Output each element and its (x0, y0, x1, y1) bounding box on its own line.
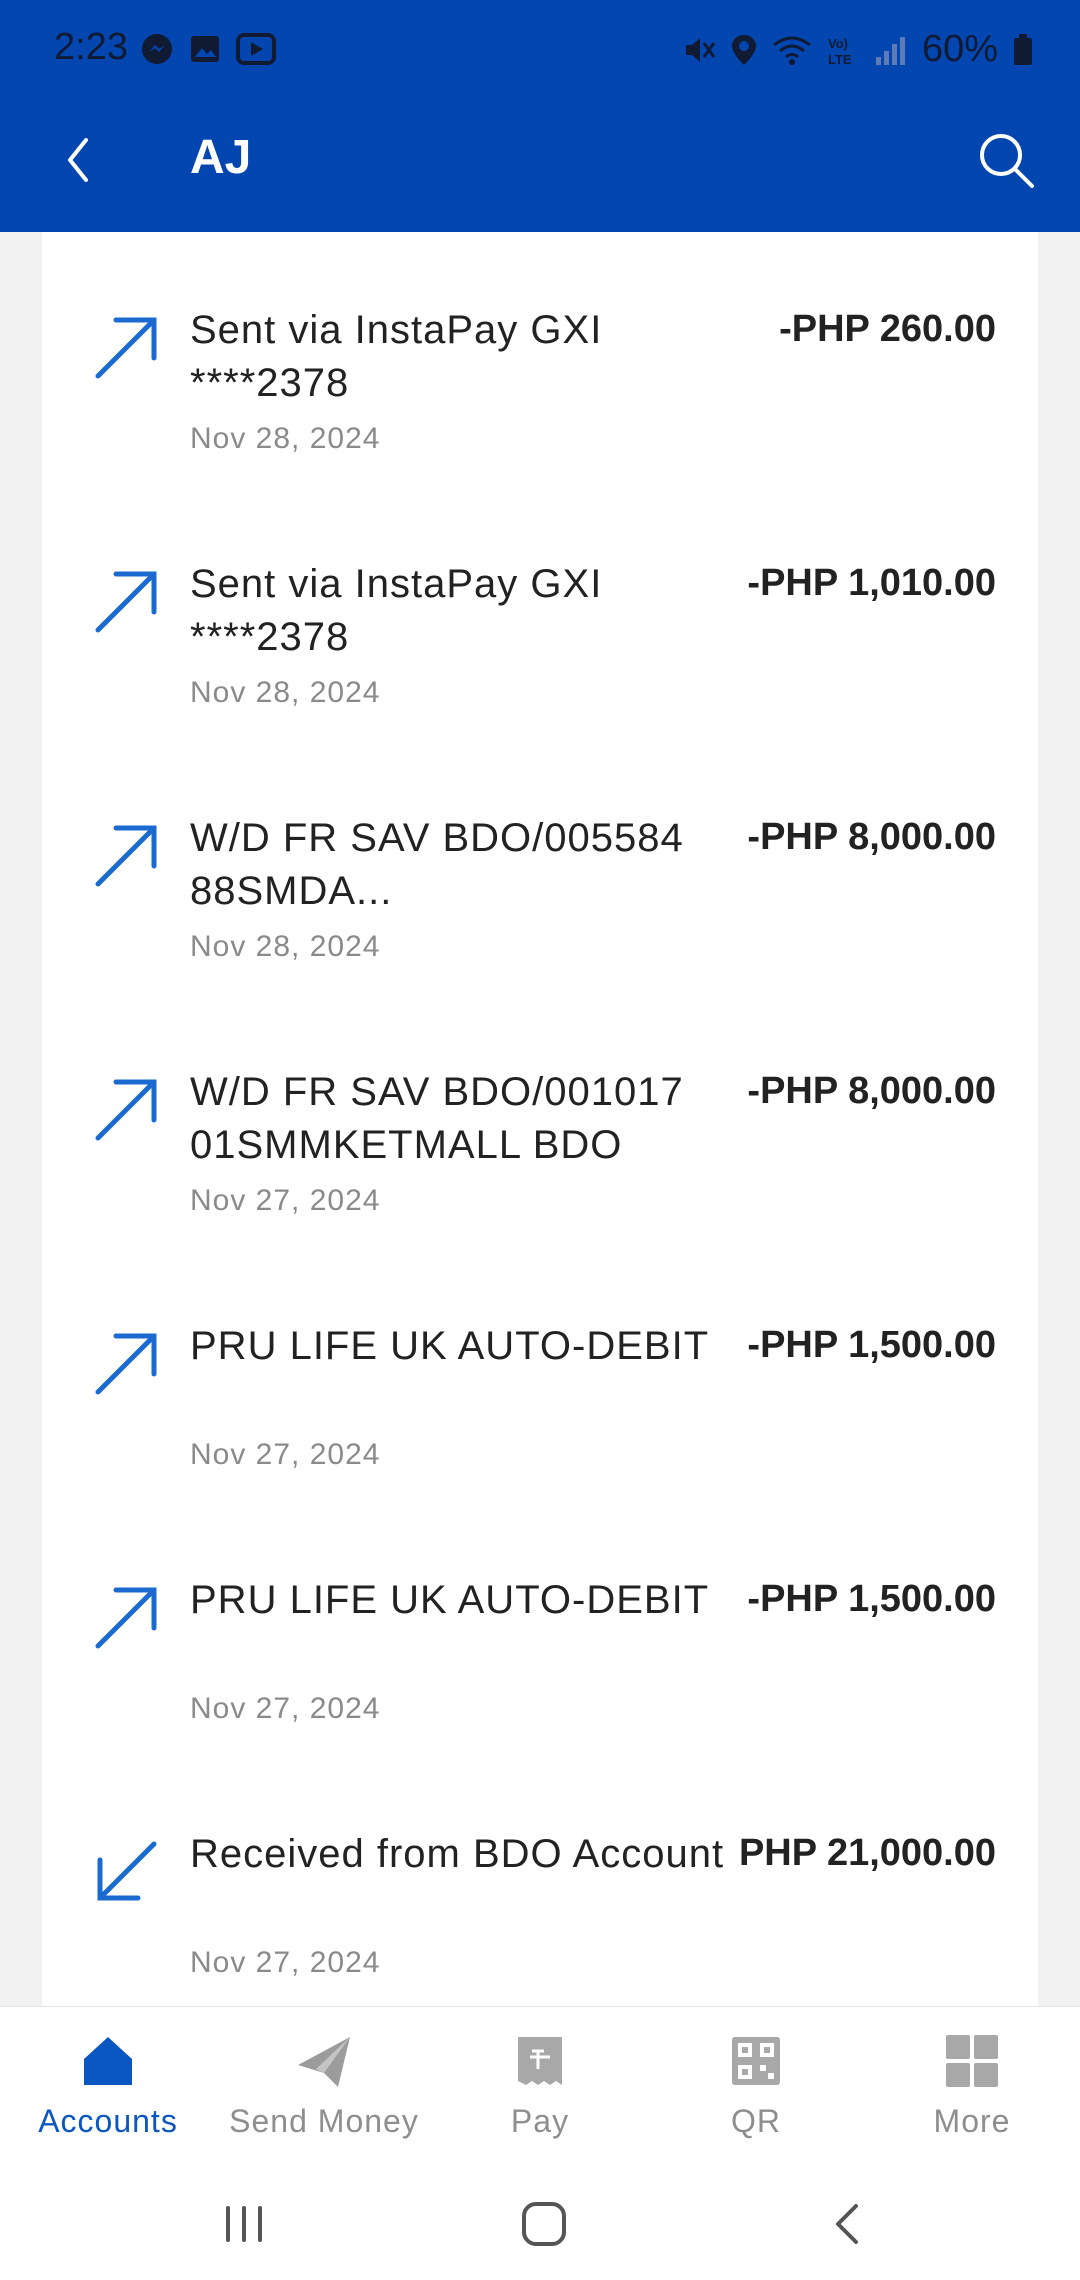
transaction-row[interactable]: Sent via InstaPay GXI ****2378 Nov 28, 20… (42, 232, 1038, 486)
transaction-row[interactable]: W/D FR SAV BDO/001017 01SMMKETMALL BDO No… (42, 994, 1038, 1248)
transaction-row[interactable]: PRU LIFE UK AUTO-DEBIT Nov 27, 2024 -PHP 1… (42, 1248, 1038, 1502)
app-bar: AJ (0, 100, 1080, 232)
transaction-amount: PHP 21,000.00 (738, 1832, 996, 1874)
search-icon[interactable] (974, 128, 1038, 192)
transaction-amount: -PHP 1,500.00 (747, 1578, 996, 1620)
svg-text:Vo): Vo) (828, 36, 848, 51)
transaction-amount: -PHP 260.00 (779, 308, 996, 350)
system-back-icon[interactable] (818, 2194, 878, 2254)
nav-pay[interactable]: Pay (432, 2007, 648, 2155)
arrow-up-right-icon (95, 317, 157, 379)
transaction-amount: -PHP 1,500.00 (747, 1324, 996, 1366)
transaction-description: PRU LIFE UK AUTO-DEBIT (190, 1324, 710, 1368)
nav-accounts[interactable]: Accounts (0, 2007, 216, 2155)
transaction-date: Nov 27, 2024 (190, 1438, 381, 1471)
transaction-list: Sent via InstaPay GXI ****2378 Nov 28, 20… (42, 232, 1038, 2006)
arrow-up-right-icon (95, 571, 157, 633)
home-icon (84, 2037, 132, 2085)
youtube-icon (236, 33, 276, 65)
nav-label: QR (731, 2103, 781, 2139)
messenger-icon (142, 34, 172, 64)
gallery-icon (191, 36, 219, 62)
transaction-description: Sent via InstaPay GXI ****2378 (190, 308, 603, 405)
transaction-description: Sent via InstaPay GXI ****2378 (190, 562, 603, 659)
nav-more[interactable]: More (864, 2007, 1080, 2155)
transaction-description: W/D FR SAV BDO/005584 88SMDA... (190, 816, 684, 913)
transaction-row[interactable]: PRU LIFE UK AUTO-DEBIT Nov 27, 2024 -PHP 1… (42, 1502, 1038, 1756)
transaction-date: Nov 27, 2024 (190, 1946, 381, 1979)
volte-icon: Vo)LTE (828, 36, 852, 67)
transaction-amount: -PHP 8,000.00 (747, 1070, 996, 1112)
nav-label: More (933, 2103, 1011, 2139)
signal-icon (875, 36, 905, 65)
transaction-amount: -PHP 8,000.00 (747, 816, 996, 858)
nav-label: Accounts (38, 2103, 178, 2139)
transaction-row[interactable]: W/D FR SAV BDO/005584 88SMDA... Nov 28, 2… (42, 740, 1038, 994)
transaction-date: Nov 27, 2024 (190, 1692, 381, 1725)
qr-code-icon (732, 2037, 780, 2085)
svg-text:LTE: LTE (828, 52, 852, 67)
arrow-up-right-icon (95, 825, 157, 887)
status-bar: 2:23 Vo) LTE 60% (0, 0, 1080, 100)
transaction-date: Nov 28, 2024 (190, 676, 381, 709)
bill-icon (518, 2037, 562, 2085)
nav-send-money[interactable]: Send Money (216, 2007, 432, 2155)
arrow-up-right-icon (95, 1079, 157, 1141)
transaction-row[interactable]: Sent via InstaPay GXI ****2378 Nov 28, 20… (42, 486, 1038, 740)
nav-label: Pay (510, 2103, 570, 2139)
transaction-amount: -PHP 1,010.00 (747, 562, 996, 604)
battery-icon (1014, 33, 1032, 65)
system-navigation-bar (0, 2154, 1080, 2280)
transaction-date: Nov 28, 2024 (190, 422, 381, 455)
bottom-navigation: Accounts Send Money Pay QR More (0, 2006, 1080, 2155)
battery-percent: 60% (921, 28, 998, 70)
home-button-icon[interactable] (514, 2194, 574, 2254)
wifi-icon (773, 36, 811, 65)
nav-qr[interactable]: QR (648, 2007, 864, 2155)
mute-icon (685, 37, 716, 62)
grid-icon (946, 2035, 998, 2087)
recent-apps-icon[interactable] (214, 2194, 274, 2254)
page-title: AJ (190, 131, 252, 184)
arrow-up-right-icon (95, 1333, 157, 1395)
location-icon (731, 34, 756, 65)
transaction-description: PRU LIFE UK AUTO-DEBIT (190, 1578, 710, 1622)
transaction-row[interactable]: Received from BDO Account Nov 27, 2024 PHP… (42, 1756, 1038, 2006)
paper-plane-icon (298, 2037, 350, 2087)
back-arrow-icon[interactable] (50, 130, 110, 190)
app-header: 2:23 Vo) LTE 60% AJ (0, 0, 1080, 232)
transaction-date: Nov 28, 2024 (190, 930, 381, 963)
transaction-description: Received from BDO Account (190, 1832, 725, 1876)
arrow-down-left-icon (97, 1841, 157, 1901)
transaction-date: Nov 27, 2024 (190, 1184, 381, 1217)
arrow-up-right-icon (95, 1587, 157, 1649)
nav-label: Send Money (229, 2103, 419, 2139)
status-time: 2:23 (54, 26, 128, 68)
transaction-description: W/D FR SAV BDO/001017 01SMMKETMALL BDO (190, 1070, 684, 1167)
